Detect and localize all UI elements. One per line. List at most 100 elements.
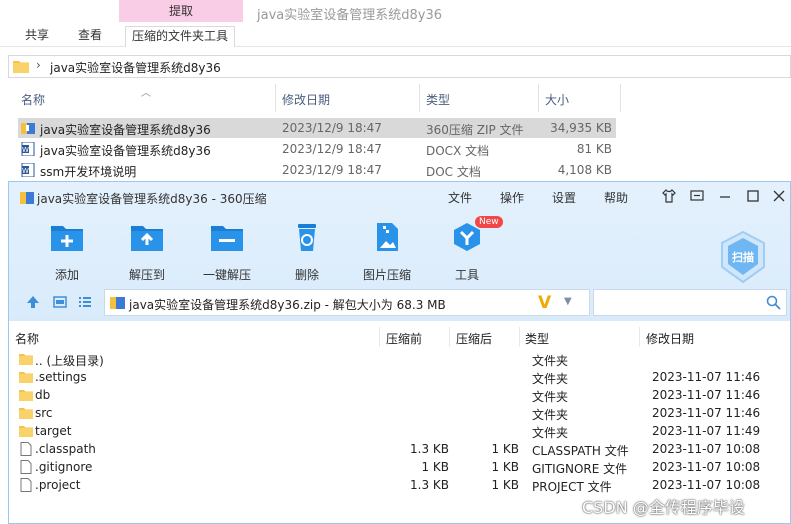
zip-list-item[interactable]: src 文件夹 2023-11-07 11:46: [19, 404, 779, 422]
zip-column-header: 名称 压缩前 压缩后 类型 修改日期: [9, 327, 790, 347]
item-type: PROJECT 文件: [532, 480, 612, 494]
col-date[interactable]: 修改日期: [282, 91, 330, 108]
extract-to-icon: [131, 226, 163, 251]
item-size-before: 1.3 KB: [410, 478, 449, 492]
col-divider[interactable]: [419, 84, 420, 112]
col-name[interactable]: 名称: [15, 330, 39, 347]
file-type: DOC 文档: [426, 165, 481, 179]
col-divider[interactable]: [538, 84, 539, 112]
minimize-icon[interactable]: [717, 188, 733, 204]
feedback-icon[interactable]: [689, 188, 705, 204]
file-icon: [20, 460, 32, 474]
add-button[interactable]: 添加: [35, 222, 99, 283]
one-click-extract-button[interactable]: 一键解压: [195, 222, 259, 283]
detail-view-icon[interactable]: [53, 295, 67, 309]
explorer-window-title: java实验室设备管理系统d8y36: [257, 8, 442, 23]
zip-path-text: java实验室设备管理系统d8y36.zip - 解包大小为 68.3 MB: [129, 298, 446, 312]
col-type[interactable]: 类型: [525, 330, 549, 347]
delete-button[interactable]: 删除: [275, 222, 339, 283]
up-arrow-icon[interactable]: [26, 295, 40, 309]
col-size-after[interactable]: 压缩后: [456, 330, 492, 347]
v-logo-icon[interactable]: V: [538, 293, 551, 313]
extract-to-button[interactable]: 解压到: [115, 222, 179, 283]
tab-share[interactable]: 共享: [25, 26, 49, 47]
zip-list-item[interactable]: .gitignore 1 KB 1 KB GITIGNORE 文件 2023-1…: [19, 458, 779, 476]
one-click-extract-icon: [211, 226, 243, 251]
search-icon[interactable]: [766, 295, 781, 310]
col-divider[interactable]: [639, 327, 640, 347]
svg-text:W: W: [22, 167, 29, 175]
menu-settings[interactable]: 设置: [552, 189, 576, 206]
file-size: 81 KB: [576, 142, 612, 156]
breadcrumb-path[interactable]: java实验室设备管理系统d8y36: [50, 59, 221, 76]
file-size: 4,108 KB: [557, 163, 612, 177]
folder-icon: [19, 408, 33, 419]
zip-search-input[interactable]: [593, 289, 787, 316]
col-divider[interactable]: [620, 84, 621, 112]
zip-list-item[interactable]: .settings 文件夹 2023-11-07 11:46: [19, 368, 779, 386]
scan-shield-button[interactable]: 扫描: [719, 230, 767, 284]
ribbon-context-tab-extract[interactable]: 提取: [119, 0, 243, 22]
tab-compressed-folder-tools[interactable]: 压缩的文件夹工具: [125, 26, 236, 47]
item-type: GITIGNORE 文件: [532, 462, 628, 476]
item-size-after: 1 KB: [491, 478, 519, 492]
word-doc-icon: W: [21, 163, 35, 177]
dropdown-arrow-icon[interactable]: ▼: [564, 296, 572, 307]
item-type: 文件夹: [532, 354, 569, 368]
col-divider[interactable]: [275, 84, 276, 112]
list-view-icon[interactable]: [78, 295, 92, 309]
zip-list-item[interactable]: .project 1.3 KB 1 KB PROJECT 文件 2023-11-…: [19, 476, 779, 494]
tools-button[interactable]: New 工具: [435, 216, 503, 283]
file-row[interactable]: W java实验室设备管理系统d8y36 2023/12/9 18:47 DOC…: [18, 139, 616, 159]
skin-shirt-icon[interactable]: [661, 188, 677, 204]
item-type: 文件夹: [532, 372, 569, 386]
item-date: 2023-11-07 11:46: [652, 370, 761, 384]
tab-view[interactable]: 查看: [78, 26, 102, 47]
zip-list-item[interactable]: target 文件夹 2023-11-07 11:49: [19, 422, 779, 440]
tool-label: 添加: [54, 268, 79, 282]
item-name: target: [35, 424, 72, 438]
col-divider[interactable]: [449, 327, 450, 347]
zip-list-item[interactable]: .classpath 1.3 KB 1 KB CLASSPATH 文件 2023…: [19, 440, 779, 458]
svg-text:W: W: [22, 146, 29, 154]
file-row[interactable]: W ssm开发环境说明 2023/12/9 18:47 DOC 文档 4,108…: [18, 160, 616, 180]
col-divider[interactable]: [519, 327, 520, 347]
zip-list-item[interactable]: .. (上级目录) 文件夹: [19, 350, 779, 368]
col-size[interactable]: 大小: [545, 91, 569, 108]
zip-list-item[interactable]: db 文件夹 2023-11-07 11:46: [19, 386, 779, 404]
tool-label: 图片压缩: [362, 268, 411, 282]
col-date[interactable]: 修改日期: [646, 330, 694, 347]
zip-app-icon: [20, 192, 34, 204]
col-type[interactable]: 类型: [426, 91, 450, 108]
folder-icon: [19, 426, 33, 437]
explorer-address-bar[interactable]: › java实验室设备管理系统d8y36: [8, 55, 791, 78]
item-size-before: 1.3 KB: [410, 442, 449, 456]
file-size: 34,935 KB: [550, 121, 612, 135]
zip-path-bar[interactable]: java实验室设备管理系统d8y36.zip - 解包大小为 68.3 MB V…: [104, 289, 590, 316]
item-type: 文件夹: [532, 390, 569, 404]
item-size-after: 1 KB: [491, 460, 519, 474]
file-date: 2023/12/9 18:47: [282, 142, 382, 156]
col-size-before[interactable]: 压缩前: [386, 330, 422, 347]
tool-label: 删除: [294, 268, 319, 282]
col-name[interactable]: 名称: [21, 91, 45, 108]
item-date: 2023-11-07 11:46: [652, 406, 761, 420]
zip-icon: [21, 123, 35, 134]
recycle-bin-icon: [298, 224, 316, 251]
file-type: DOCX 文档: [426, 144, 490, 158]
tool-label: 解压到: [128, 268, 165, 282]
col-divider[interactable]: [379, 327, 380, 347]
file-date: 2023/12/9 18:47: [282, 121, 382, 135]
maximize-icon[interactable]: [745, 188, 761, 204]
file-row[interactable]: java实验室设备管理系统d8y36 2023/12/9 18:47 360压缩…: [18, 118, 616, 138]
menu-operation[interactable]: 操作: [500, 189, 524, 206]
item-size-after: 1 KB: [491, 442, 519, 456]
file-icon: [20, 442, 32, 456]
menu-help[interactable]: 帮助: [604, 189, 628, 206]
menu-file[interactable]: 文件: [448, 189, 472, 206]
image-compress-button[interactable]: 图片压缩: [355, 222, 419, 283]
word-doc-icon: W: [21, 142, 35, 156]
close-icon[interactable]: [771, 188, 787, 204]
tool-label: 工具: [454, 268, 479, 282]
new-badge: New: [475, 216, 503, 228]
